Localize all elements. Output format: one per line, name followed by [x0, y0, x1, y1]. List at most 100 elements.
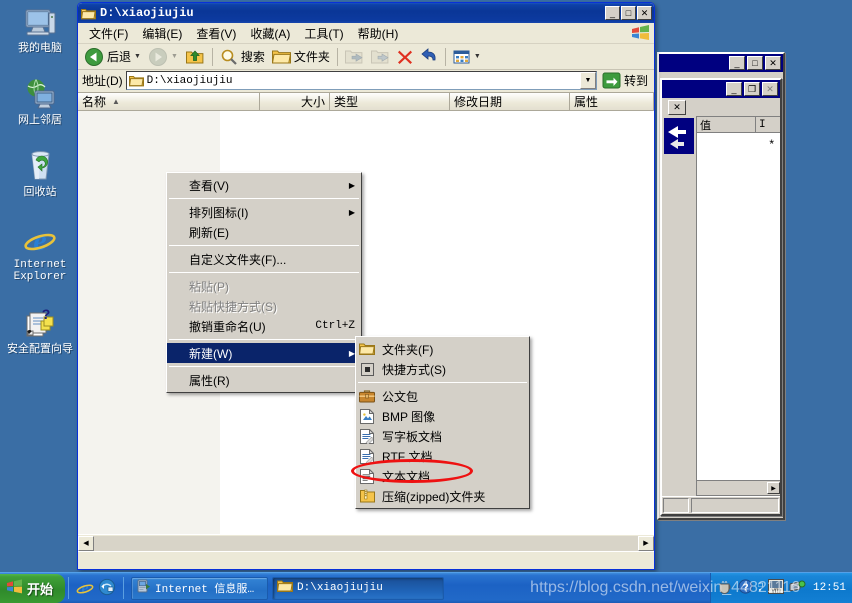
address-dropdown-button[interactable]: ▼: [579, 72, 596, 89]
context-menu-item-refresh[interactable]: 刷新(E): [167, 222, 361, 242]
taskbar-button-explorer[interactable]: D:\xiaojiujiu: [272, 576, 445, 600]
context-menu-item-properties[interactable]: 属性(R): [167, 370, 361, 390]
submenu-item-briefcase[interactable]: 公文包: [356, 386, 529, 406]
submenu-item-shortcut[interactable]: 快捷方式(S): [356, 359, 529, 379]
scroll-left-button[interactable]: ◀: [78, 535, 94, 551]
menu-help[interactable]: 帮助(H): [351, 23, 406, 44]
close-child-button[interactable]: ✕: [668, 100, 686, 115]
submenu-item-wordpad-document[interactable]: 写字板文档: [356, 426, 529, 446]
minimize-button[interactable]: _: [729, 56, 745, 70]
submenu-item-rtf-document[interactable]: RTF 文档: [356, 446, 529, 466]
column-header-size[interactable]: 大小: [260, 93, 330, 110]
background-window-inner[interactable]: _ ❐ ✕ ✕ 值 I * ▶: [660, 78, 782, 516]
clock[interactable]: 12:51: [813, 582, 846, 594]
menu-item-label: 粘贴快捷方式(S): [189, 299, 277, 314]
context-menu-item-view[interactable]: 查看(V) ▶: [167, 175, 361, 195]
overflow-icon[interactable]: ❐ ▾: [758, 582, 763, 594]
column-header-name[interactable]: 名称 ▲: [78, 93, 260, 110]
system-tray[interactable]: ? ❐ ▾ vm 12:51: [710, 572, 852, 603]
menu-item-label: 撤销重命名(U): [189, 319, 266, 334]
taskbar-buttons[interactable]: Internet 信息服务... D:\xiaojiujiu: [127, 576, 710, 600]
minimize-button[interactable]: _: [605, 6, 620, 20]
menu-favorites[interactable]: 收藏(A): [243, 23, 297, 44]
restore-button[interactable]: ❐: [744, 82, 760, 96]
context-menu-item-arrange-icons[interactable]: 排列图标(I) ▶: [167, 202, 361, 222]
address-bar[interactable]: 地址(D) D:\xiaojiujiu ▼ 转到: [78, 70, 654, 93]
menu-tools[interactable]: 工具(T): [297, 23, 350, 44]
column-header-type[interactable]: 类型: [330, 93, 450, 110]
search-button[interactable]: 搜索: [217, 46, 268, 68]
taskbar-button-iis[interactable]: Internet 信息服务...: [131, 576, 269, 600]
delete-button[interactable]: [394, 47, 416, 67]
desktop-icon-recycle-bin[interactable]: 回收站: [3, 150, 77, 199]
start-button-label: 开始: [27, 581, 54, 597]
address-input[interactable]: D:\xiaojiujiu ▼: [125, 71, 597, 90]
start-button[interactable]: 开始: [0, 573, 66, 603]
desktop-icon-network-places[interactable]: 网上邻居: [3, 78, 77, 127]
status-bar: [78, 551, 654, 569]
toolbar[interactable]: 后退 ▼ ▼ 搜索 文件夹 ▼: [78, 44, 654, 70]
context-menu[interactable]: 查看(V) ▶ 排列图标(I) ▶ 刷新(E) 自定义文件夹(F)... 粘贴(…: [166, 172, 362, 393]
taskbar[interactable]: 开始 e Internet 信息服务 D:\xiaojiujiu ? ❐ ▾ v…: [0, 572, 852, 603]
column-header-attributes[interactable]: 属性: [570, 93, 654, 110]
menu-view[interactable]: 查看(V): [189, 23, 243, 44]
search-button-label: 搜索: [240, 50, 265, 64]
copy-to-button: [368, 46, 393, 67]
undo-button[interactable]: [417, 46, 441, 67]
submenu-item-text-document[interactable]: 文本文档: [356, 466, 529, 486]
submenu-item-bmp-image[interactable]: BMP 图像: [356, 406, 529, 426]
menu-file[interactable]: 文件(F): [82, 23, 135, 44]
menubar[interactable]: 文件(F) 编辑(E) 查看(V) 收藏(A) 工具(T) 帮助(H): [78, 23, 654, 44]
column-headers[interactable]: 名称 ▲ 大小 类型 修改日期 属性: [78, 93, 654, 111]
context-menu-item-customize-folder[interactable]: 自定义文件夹(F)...: [167, 249, 361, 269]
help-icon[interactable]: ?: [738, 578, 753, 598]
up-button[interactable]: [182, 46, 208, 68]
internet-explorer-icon: e: [3, 222, 77, 257]
desktop-icon-security-configuration-wizard[interactable]: ? 安全配置向导: [3, 306, 77, 356]
rtf-document-icon: [356, 448, 378, 464]
menu-item-label: 排列图标(I): [189, 205, 249, 220]
context-menu-item-undo-rename[interactable]: 撤销重命名(U) Ctrl+Z: [167, 316, 361, 336]
desktop-icon-internet-explorer[interactable]: e Internet Explorer: [3, 222, 77, 283]
internet-explorer-icon[interactable]: e: [76, 578, 94, 599]
background-window-tree-pane[interactable]: [662, 116, 696, 496]
quick-launch-bar[interactable]: e: [72, 578, 120, 599]
scroll-right-button[interactable]: ▶: [638, 535, 654, 551]
windows-flag-icon: [6, 579, 23, 597]
column-label: 修改日期: [454, 95, 503, 109]
close-button[interactable]: ✕: [765, 56, 781, 70]
close-button[interactable]: ✕: [637, 6, 652, 20]
coffee-icon[interactable]: [718, 579, 733, 598]
new-submenu[interactable]: 文件夹(F) 快捷方式(S) 公文包 BMP 图像 写字板文档 RTF 文档 文…: [355, 336, 530, 509]
wordpad-document-icon: [356, 428, 378, 444]
context-menu-item-new[interactable]: 新建(W) ▶: [167, 343, 361, 363]
column-header-date-modified[interactable]: 修改日期: [450, 93, 570, 110]
show-desktop-icon[interactable]: [98, 578, 116, 599]
hscroll-right-button[interactable]: ▶: [767, 482, 780, 494]
chevron-down-icon[interactable]: ▼: [474, 53, 481, 60]
svg-text:e: e: [81, 580, 88, 596]
go-button[interactable]: 转到: [600, 72, 652, 89]
desktop-icon-my-computer[interactable]: 我的电脑: [3, 6, 77, 55]
menu-edit[interactable]: 编辑(E): [135, 23, 189, 44]
titlebar[interactable]: D:\xiaojiujiu _ □ ✕: [78, 3, 654, 23]
network-icon[interactable]: [789, 579, 806, 598]
tree-selected-node[interactable]: [664, 118, 694, 154]
maximize-button[interactable]: □: [747, 56, 763, 70]
horizontal-scrollbar[interactable]: ◀ ▶: [78, 534, 654, 551]
back-button[interactable]: 后退 ▼: [81, 45, 144, 69]
move-to-button: [342, 46, 367, 67]
toolbar-separator: [211, 47, 213, 66]
views-button[interactable]: ▼: [450, 47, 484, 67]
column-label: 名称: [82, 95, 107, 109]
chevron-down-icon[interactable]: ▼: [134, 53, 141, 60]
submenu-item-folder[interactable]: 文件夹(F): [356, 339, 529, 359]
scrollbar-track[interactable]: [94, 535, 638, 551]
background-window-list-pane[interactable]: 值 I * ▶: [696, 116, 780, 496]
submenu-item-zipped-folder[interactable]: 压缩(zipped)文件夹: [356, 486, 529, 506]
desktop-icon-label: 我的电脑: [18, 43, 62, 55]
minimize-button[interactable]: _: [726, 82, 742, 96]
vm-tools-icon[interactable]: vm: [767, 578, 784, 598]
folders-button[interactable]: 文件夹: [269, 46, 333, 67]
maximize-button[interactable]: □: [621, 6, 636, 20]
